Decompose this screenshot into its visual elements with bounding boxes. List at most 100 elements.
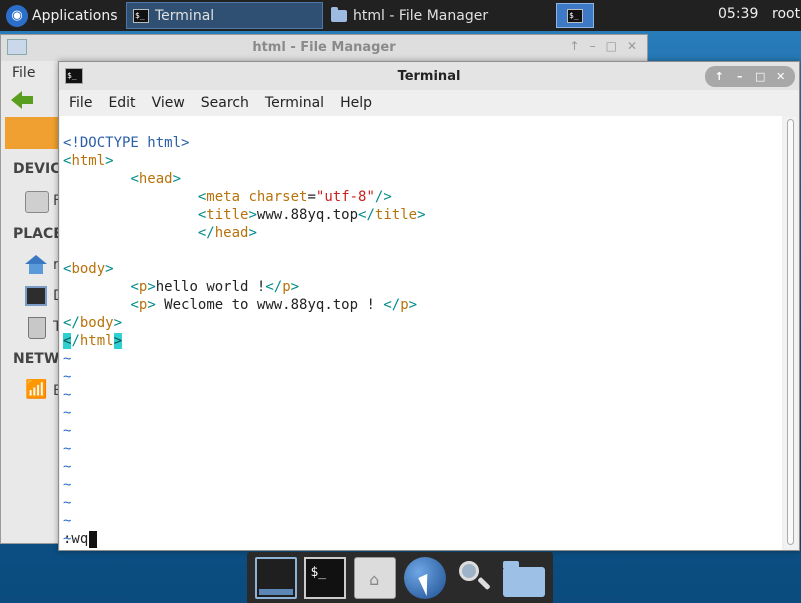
tilde-line: ~ [63,513,72,529]
vim-buffer: <!DOCTYPE html> <html> <head> <meta chars… [63,116,426,550]
minimize-icon[interactable]: – [732,70,748,83]
terminal-launcher-icon[interactable]: $_ [304,556,347,599]
clock[interactable]: 05:39 [718,6,758,22]
xfce-mouse-icon: ◉ [6,4,28,27]
desktop-icon[interactable] [25,286,47,306]
folder-launcher-icon[interactable] [503,560,546,597]
top-panel: ◉ Applications $_ Terminal html - File M… [0,0,801,31]
terminal-icon: $_ [133,8,149,23]
empty-buffer-lines: ~ ~ ~ ~ ~ ~ ~ ~ ~ ~ ~ [63,350,426,548]
tilde-line: ~ [63,405,72,421]
maximize-icon[interactable]: □ [606,39,617,53]
doctype-text: <!DOCTYPE html> [63,135,190,151]
user-menu[interactable]: root [772,6,800,22]
taskbar-terminal-label: Terminal [155,7,215,24]
menu-file[interactable]: File [69,93,92,113]
app-finder-icon[interactable] [453,557,495,599]
file-manager-window-controls: ↑ – □ ✕ [570,39,637,53]
file-manager-titlebar[interactable]: html - File Manager ↑ – □ ✕ [1,35,647,61]
scrollbar[interactable] [784,117,797,549]
location-bar [5,117,65,149]
body-close-tag: body [79,315,114,331]
head-close-tag: head [214,225,249,241]
tilde-line: ~ [63,459,72,475]
terminal-menubar: File Edit View Search Terminal Help [59,90,799,116]
dock: $_ [247,552,553,603]
meta-value: "utf-8" [315,189,375,205]
sidebar-heading-network: NETW [13,351,60,367]
title-open-tag: title [206,207,249,223]
code-line: <head> [130,171,182,187]
taskbar-file-manager-button[interactable]: html - File Manager [325,2,525,29]
html-close-tag: html [79,333,114,349]
code-line: <p> Weclome to www.88yq.top ! </p> [130,297,418,313]
menu-edit[interactable]: Edit [108,93,135,113]
terminal-icon: $_ [567,8,583,23]
tilde-line: ~ [63,531,72,547]
file-manager-title: html - File Manager [252,40,396,55]
title-text: www.88yq.top [256,207,359,223]
workspace-switcher-button[interactable]: $_ [556,3,594,28]
code-line: </head> [197,225,257,241]
applications-label: Applications [32,7,118,24]
close-icon[interactable]: ✕ [773,70,789,83]
close-icon[interactable]: ✕ [627,39,637,53]
minimize-icon[interactable]: – [590,39,596,53]
terminal-title: Terminal [397,69,461,84]
matched-bracket: > [113,333,123,349]
menu-search[interactable]: Search [201,93,249,113]
taskbar-terminal-button[interactable]: $_ Terminal [126,2,323,29]
maximize-up-icon[interactable]: ↑ [711,70,727,83]
show-desktop-icon[interactable] [254,556,297,599]
code-line: </body> [63,315,123,331]
code-line: <html> [63,153,114,169]
p1-text: hello world ! [155,279,266,295]
maximize-icon[interactable]: □ [752,70,768,83]
back-arrow-icon[interactable] [11,91,33,109]
trash-icon[interactable] [28,317,46,339]
p-close-tag: p [282,279,291,295]
applications-menu-button[interactable]: ◉ Applications [2,2,124,29]
tilde-line: ~ [63,441,72,457]
code-line: <!DOCTYPE html> [63,134,426,152]
code-line: <meta charset="utf-8"/> [197,189,392,205]
code-line: <p>hello world !</p> [130,279,300,295]
tilde-line: ~ [63,387,72,403]
terminal-window-controls: ↑ – □ ✕ [705,66,795,87]
fm-menu-file[interactable]: File [12,65,35,81]
terminal-window: $_ Terminal ↑ – □ ✕ File Edit View Searc… [58,61,800,551]
head-open-tag: head [138,171,173,187]
home-icon[interactable] [25,255,47,275]
title-close-tag: title [374,207,418,223]
text-cursor [89,530,98,548]
terminal-text-area[interactable]: <!DOCTYPE html> <html> <head> <meta chars… [60,116,782,550]
menu-terminal[interactable]: Terminal [265,93,324,113]
code-line: <title>www.88yq.top</title> [197,207,426,223]
menu-help[interactable]: Help [340,93,372,113]
scrollbar-thumb[interactable] [787,119,794,545]
tilde-line: ~ [63,369,72,385]
html-open-tag: html [71,153,106,169]
tilde-line: ~ [63,477,72,493]
fm-toolbar [11,91,33,109]
folder-icon [331,6,347,22]
tilde-line: ~ [63,495,72,511]
meta-tag: meta [206,189,241,205]
terminal-titlebar[interactable]: $_ Terminal ↑ – □ ✕ [59,62,799,90]
p-close-tag: p [400,297,409,313]
vim-command-line[interactable]: :wq [63,530,98,548]
body-open-tag: body [71,261,106,277]
wifi-icon[interactable]: 📶 [25,379,47,400]
meta-attr: charset [248,189,308,205]
code-line: </html> [63,333,123,349]
hard-drive-icon[interactable] [25,191,49,213]
folder-icon [7,39,27,55]
home-folder-launcher-icon[interactable] [354,556,397,599]
maximize-up-icon[interactable]: ↑ [570,39,580,53]
code-line: <body> [63,261,114,277]
menu-view[interactable]: View [152,93,185,113]
tilde-line: ~ [63,351,72,367]
web-browser-icon[interactable] [403,556,446,599]
p2-text: Weclome to www.88yq.top ! [155,297,384,313]
